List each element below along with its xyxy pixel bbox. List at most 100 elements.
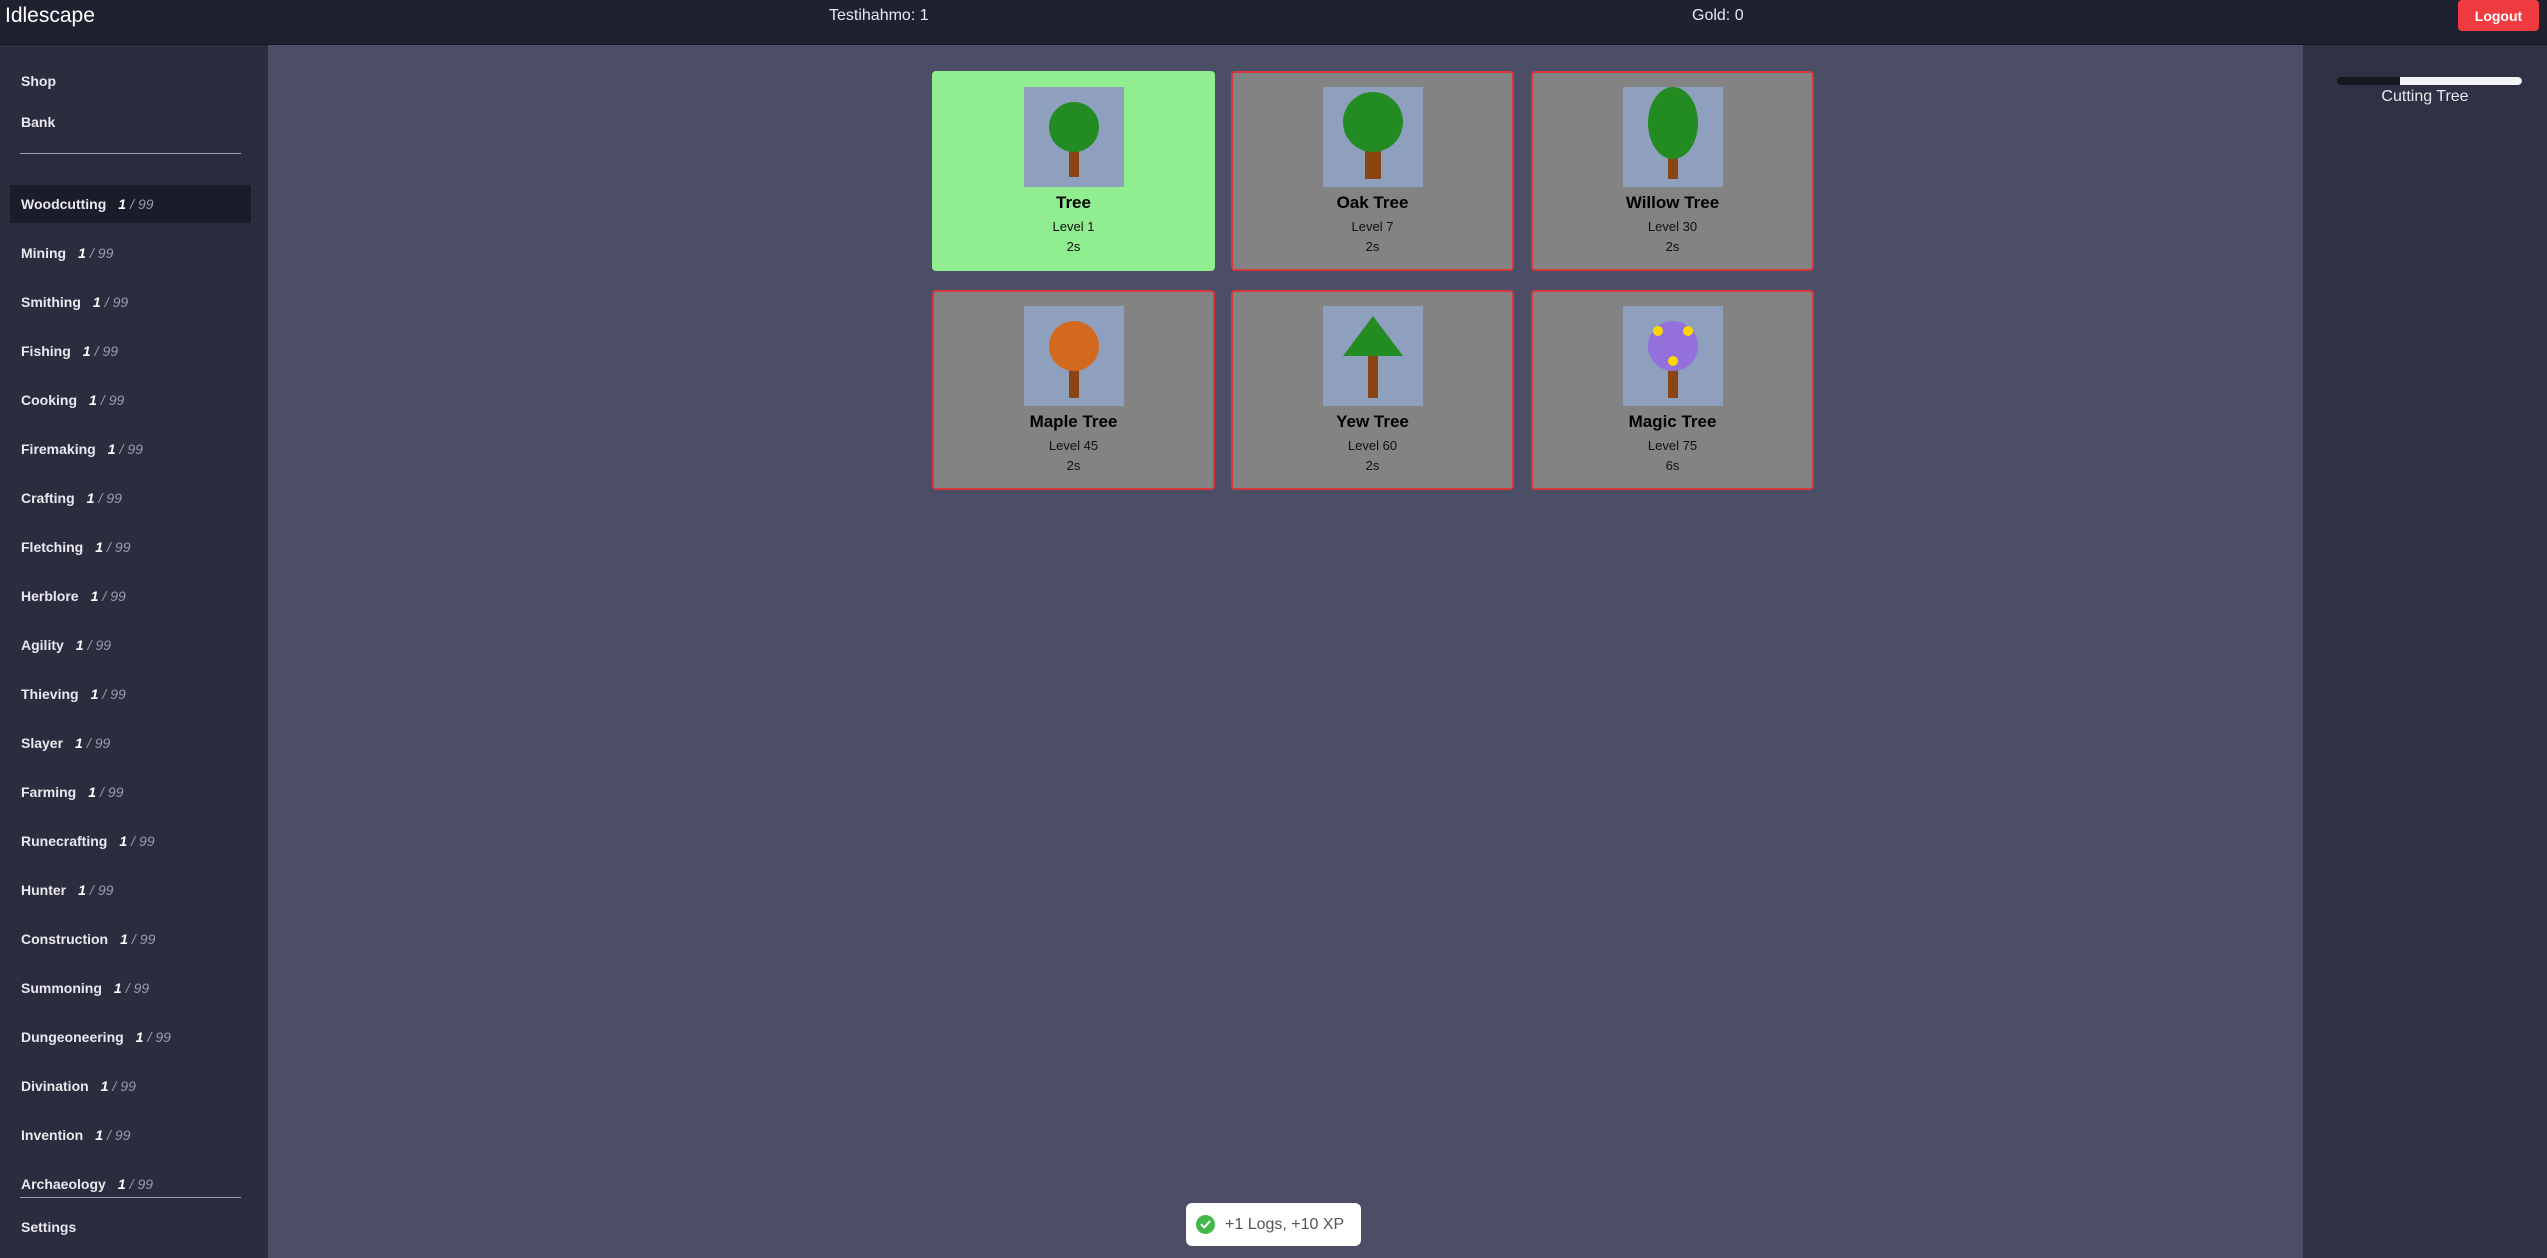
sidebar-skill-thieving[interactable]: Thieving 1/99 — [10, 675, 251, 713]
sidebar-skill-hunter[interactable]: Hunter 1/99 — [10, 871, 251, 909]
skill-max-level: 99 — [110, 686, 126, 702]
skill-name: Fletching — [21, 539, 84, 555]
sidebar-skill-mining[interactable]: Mining 1/99 — [10, 234, 251, 272]
sidebar-skill-runecrafting[interactable]: Runecrafting 1/99 — [10, 822, 251, 860]
gold-counter: Gold: 0 — [1692, 7, 1744, 24]
action-progress-bar — [2337, 77, 2522, 85]
character-label: Testihahmo: 1 — [829, 7, 929, 24]
sidebar-divider — [20, 153, 241, 154]
action-panel: Cutting Tree — [2303, 45, 2547, 1258]
tree-action-time: 6s — [1665, 458, 1680, 473]
skill-name: Fishing — [21, 343, 71, 359]
action-progress-fill — [2399, 77, 2522, 85]
skill-max-level: 99 — [97, 882, 114, 898]
sidebar-skill-slayer[interactable]: Slayer 1/99 — [10, 724, 251, 762]
skill-name: Mining — [21, 245, 67, 261]
skill-level-separator: / — [102, 588, 107, 604]
sidebar-skill-crafting[interactable]: Crafting 1/99 — [10, 479, 251, 517]
skill-name: Agility — [21, 637, 64, 653]
skill-level-separator: / — [130, 196, 134, 212]
skill-name: Slayer — [21, 735, 64, 751]
sidebar-item-shop[interactable]: Shop — [21, 73, 56, 89]
tree-level-requirement: Level 75 — [1647, 438, 1698, 453]
sidebar-skill-construction[interactable]: Construction 1/99 — [10, 920, 251, 958]
skill-level: 1 — [82, 343, 91, 359]
tree-card-maple-tree[interactable]: Maple Tree Level 45 2s — [932, 290, 1215, 490]
sidebar-skill-cooking[interactable]: Cooking 1/99 — [10, 381, 251, 419]
skill-max-level: 99 — [114, 1127, 131, 1143]
skill-level: 1 — [86, 490, 95, 506]
sidebar-item-bank[interactable]: Bank — [21, 114, 55, 130]
skill-name: Summoning — [21, 980, 102, 996]
skill-level: 1 — [89, 392, 97, 408]
tree-card-magic-tree[interactable]: Magic Tree Level 75 6s — [1531, 290, 1814, 490]
skill-max-level: 99 — [107, 784, 124, 800]
sidebar-skill-summoning[interactable]: Summoning 1/99 — [10, 969, 251, 1007]
skill-level-separator: / — [119, 441, 124, 457]
skill-level: 1 — [117, 1176, 126, 1192]
tree-level-requirement: Level 45 — [1048, 438, 1099, 453]
sidebar-skill-agility[interactable]: Agility 1/99 — [10, 626, 251, 664]
skill-name: Dungeoneering — [21, 1029, 124, 1045]
skill-level-separator: / — [131, 833, 136, 849]
skill-max-level: 99 — [95, 637, 112, 653]
tree-name: Oak Tree — [1336, 193, 1409, 212]
skill-level: 1 — [92, 294, 101, 310]
skill-level-separator: / — [131, 931, 136, 947]
skill-max-level: 99 — [133, 980, 150, 996]
skill-level: 1 — [107, 441, 116, 457]
skill-level-separator: / — [89, 245, 94, 261]
sidebar-item-settings[interactable]: Settings — [21, 1219, 76, 1235]
tree-level-requirement: Level 60 — [1347, 438, 1398, 453]
skill-level-separator: / — [100, 392, 105, 408]
sidebar-skill-fletching[interactable]: Fletching 1/99 — [10, 528, 251, 566]
tree-card-yew-tree[interactable]: Yew Tree Level 60 2s — [1231, 290, 1514, 490]
skill-level-separator: / — [102, 686, 107, 702]
skill-max-level: 99 — [108, 392, 125, 408]
skill-max-level: 99 — [155, 1029, 171, 1045]
sidebar-skill-dungeoneering[interactable]: Dungeoneering 1/99 — [10, 1018, 251, 1056]
skill-max-level: 99 — [97, 245, 114, 261]
sidebar-skill-divination[interactable]: Divination 1/99 — [10, 1067, 251, 1105]
skill-level-separator: / — [129, 1176, 134, 1192]
tree-name: Willow Tree — [1625, 193, 1720, 212]
skill-level: 1 — [95, 1127, 104, 1143]
tree-level-requirement: Level 7 — [1351, 219, 1394, 234]
skill-max-level: 99 — [112, 294, 129, 310]
skill-level: 1 — [120, 931, 128, 947]
notification-toast: +1 Logs, +10 XP — [1186, 1203, 1361, 1246]
maple-tree-icon — [1024, 306, 1124, 406]
tree-card-oak-tree[interactable]: Oak Tree Level 7 2s — [1231, 71, 1514, 271]
action-label: Cutting Tree — [2381, 88, 2469, 105]
tree-action-time: 2s — [1066, 239, 1081, 254]
tree-card-willow-tree[interactable]: Willow Tree Level 30 2s — [1531, 71, 1814, 271]
skill-name: Invention — [21, 1127, 84, 1143]
skill-name: Firemaking — [21, 441, 96, 457]
sidebar-skill-firemaking[interactable]: Firemaking 1/99 — [10, 430, 251, 468]
tree-action-time: 2s — [1665, 239, 1680, 254]
skill-name: Runecrafting — [21, 833, 108, 849]
oak-tree-icon — [1323, 87, 1423, 187]
tree-card-tree[interactable]: Tree Level 1 2s — [932, 71, 1215, 271]
skill-max-level: 99 — [120, 1078, 136, 1094]
sidebar-skill-smithing[interactable]: Smithing 1/99 — [10, 283, 251, 321]
skill-name: Woodcutting — [21, 196, 107, 212]
skill-level-separator: / — [89, 882, 94, 898]
sidebar-skill-herblore[interactable]: Herblore 1/99 — [10, 577, 251, 615]
sidebar-skill-invention[interactable]: Invention 1/99 — [10, 1116, 251, 1154]
skill-level: 1 — [75, 735, 83, 751]
sidebar-skill-fishing[interactable]: Fishing 1/99 — [10, 332, 251, 370]
sidebar-divider — [20, 1197, 241, 1198]
skill-level: 1 — [135, 1029, 144, 1045]
sidebar-skill-woodcutting[interactable]: Woodcutting 1/99 — [10, 185, 251, 223]
skill-level: 1 — [78, 245, 86, 261]
skill-level: 1 — [113, 980, 122, 996]
sidebar-skill-farming[interactable]: Farming 1/99 — [10, 773, 251, 811]
logout-button[interactable]: Logout — [2458, 0, 2539, 31]
skill-max-level: 99 — [127, 441, 143, 457]
skill-level-separator: / — [98, 490, 103, 506]
skill-level: 1 — [100, 1078, 109, 1094]
tree-name: Maple Tree — [1029, 412, 1118, 431]
tree-name: Yew Tree — [1336, 412, 1409, 431]
skill-name: Hunter — [21, 882, 67, 898]
